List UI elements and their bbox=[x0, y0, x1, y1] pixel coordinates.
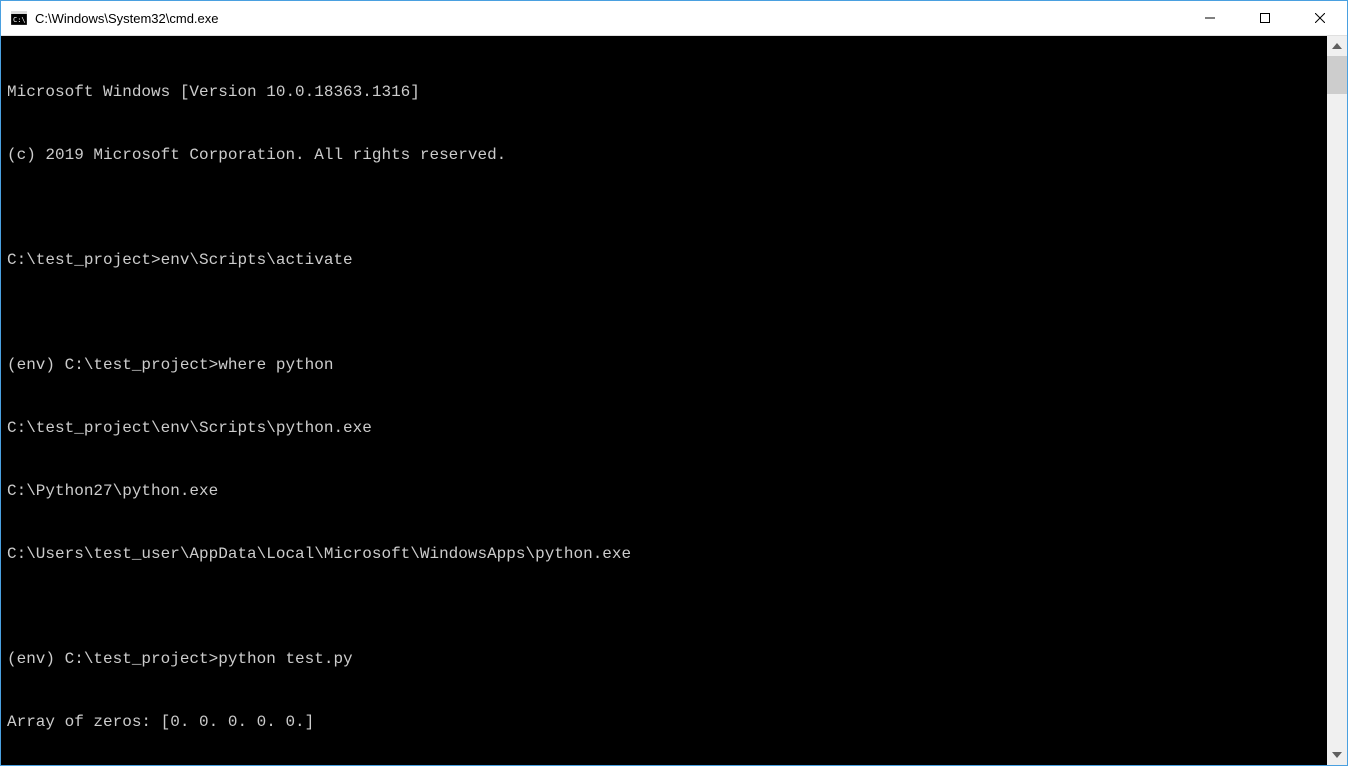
terminal-line: C:\Users\test_user\AppData\Local\Microso… bbox=[7, 544, 1321, 565]
titlebar[interactable]: C:\ C:\Windows\System32\cmd.exe bbox=[1, 1, 1347, 36]
terminal-line: C:\test_project\env\Scripts\python.exe bbox=[7, 418, 1321, 439]
vertical-scrollbar[interactable] bbox=[1327, 36, 1347, 765]
scroll-track[interactable] bbox=[1327, 56, 1347, 745]
cmd-window: C:\ C:\Windows\System32\cmd.exe Microsof… bbox=[0, 0, 1348, 766]
terminal-line: (env) C:\test_project>where python bbox=[7, 355, 1321, 376]
close-button[interactable] bbox=[1292, 1, 1347, 35]
svg-text:C:\: C:\ bbox=[13, 16, 26, 24]
scroll-thumb[interactable] bbox=[1327, 56, 1347, 94]
terminal-line: Array of zeros: [0. 0. 0. 0. 0.] bbox=[7, 712, 1321, 733]
terminal-line: (c) 2019 Microsoft Corporation. All righ… bbox=[7, 145, 1321, 166]
terminal-wrapper: Microsoft Windows [Version 10.0.18363.13… bbox=[1, 36, 1347, 765]
cmd-icon: C:\ bbox=[11, 10, 27, 26]
terminal-line: C:\Python27\python.exe bbox=[7, 481, 1321, 502]
maximize-button[interactable] bbox=[1237, 1, 1292, 35]
terminal-output[interactable]: Microsoft Windows [Version 10.0.18363.13… bbox=[1, 36, 1327, 765]
terminal-line: (env) C:\test_project>python test.py bbox=[7, 649, 1321, 670]
minimize-button[interactable] bbox=[1182, 1, 1237, 35]
scroll-up-button[interactable] bbox=[1327, 36, 1347, 56]
window-title: C:\Windows\System32\cmd.exe bbox=[35, 11, 1182, 26]
scroll-down-button[interactable] bbox=[1327, 745, 1347, 765]
terminal-line: C:\test_project>env\Scripts\activate bbox=[7, 250, 1321, 271]
window-controls bbox=[1182, 1, 1347, 35]
terminal-line: Microsoft Windows [Version 10.0.18363.13… bbox=[7, 82, 1321, 103]
